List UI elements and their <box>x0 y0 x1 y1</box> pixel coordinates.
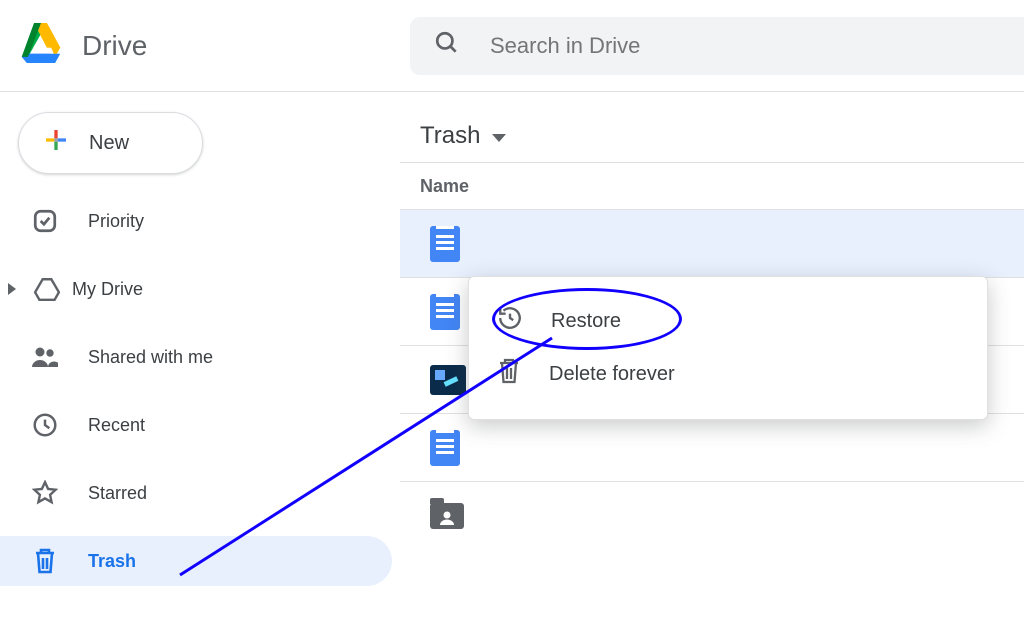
sidebar-item-label: Recent <box>88 415 145 436</box>
chevron-down-icon[interactable] <box>492 134 506 142</box>
sidebar-item-my-drive[interactable]: My Drive <box>0 264 392 314</box>
people-icon <box>30 346 60 368</box>
sidebar-item-priority[interactable]: Priority <box>0 196 392 246</box>
docs-file-icon <box>430 226 460 262</box>
sidebar-item-label: Shared with me <box>88 347 213 368</box>
image-thumbnail-icon <box>430 365 466 395</box>
star-icon <box>30 480 60 506</box>
sidebar-item-recent[interactable]: Recent <box>0 400 392 450</box>
new-button[interactable]: New <box>18 112 203 174</box>
docs-file-icon <box>430 430 460 466</box>
search-input[interactable] <box>488 32 1024 60</box>
file-row[interactable] <box>400 414 1024 482</box>
sidebar-item-trash[interactable]: Trash <box>0 536 392 586</box>
column-header-name[interactable]: Name <box>400 162 1024 210</box>
brand-title: Drive <box>82 30 147 62</box>
context-menu-delete-forever[interactable]: Delete forever <box>469 347 987 401</box>
drive-triangle-icon <box>32 277 62 301</box>
sidebar-item-label: Starred <box>88 483 147 504</box>
sidebar: New Priority My Drive <box>0 92 400 638</box>
context-menu-label: Delete forever <box>549 363 675 386</box>
file-row[interactable] <box>400 210 1024 278</box>
annotation-ellipse <box>492 288 682 350</box>
breadcrumb-title: Trash <box>420 122 480 150</box>
sidebar-item-label: Trash <box>88 551 136 572</box>
main-area: Trash Name pointers.jpg <box>400 92 1024 638</box>
search-bar[interactable] <box>410 17 1024 75</box>
brand[interactable]: Drive <box>0 23 410 68</box>
drive-logo-icon <box>18 23 64 68</box>
trash-icon <box>30 547 60 575</box>
expand-triangle-icon[interactable] <box>8 283 16 295</box>
sidebar-item-label: My Drive <box>72 279 143 300</box>
search-icon <box>434 30 460 62</box>
nav-list: Priority My Drive Shared w <box>0 196 400 586</box>
breadcrumb[interactable]: Trash <box>400 110 1024 162</box>
sidebar-item-shared[interactable]: Shared with me <box>0 332 392 382</box>
file-row[interactable] <box>400 482 1024 550</box>
clock-icon <box>30 412 60 438</box>
docs-file-icon <box>430 294 460 330</box>
sidebar-item-starred[interactable]: Starred <box>0 468 392 518</box>
trash-icon <box>497 357 521 391</box>
sidebar-item-label: Priority <box>88 211 144 232</box>
app-header: Drive <box>0 0 1024 92</box>
new-button-label: New <box>89 132 129 155</box>
shared-folder-icon <box>430 503 464 529</box>
plus-icon <box>41 125 71 161</box>
check-square-icon <box>30 208 60 234</box>
